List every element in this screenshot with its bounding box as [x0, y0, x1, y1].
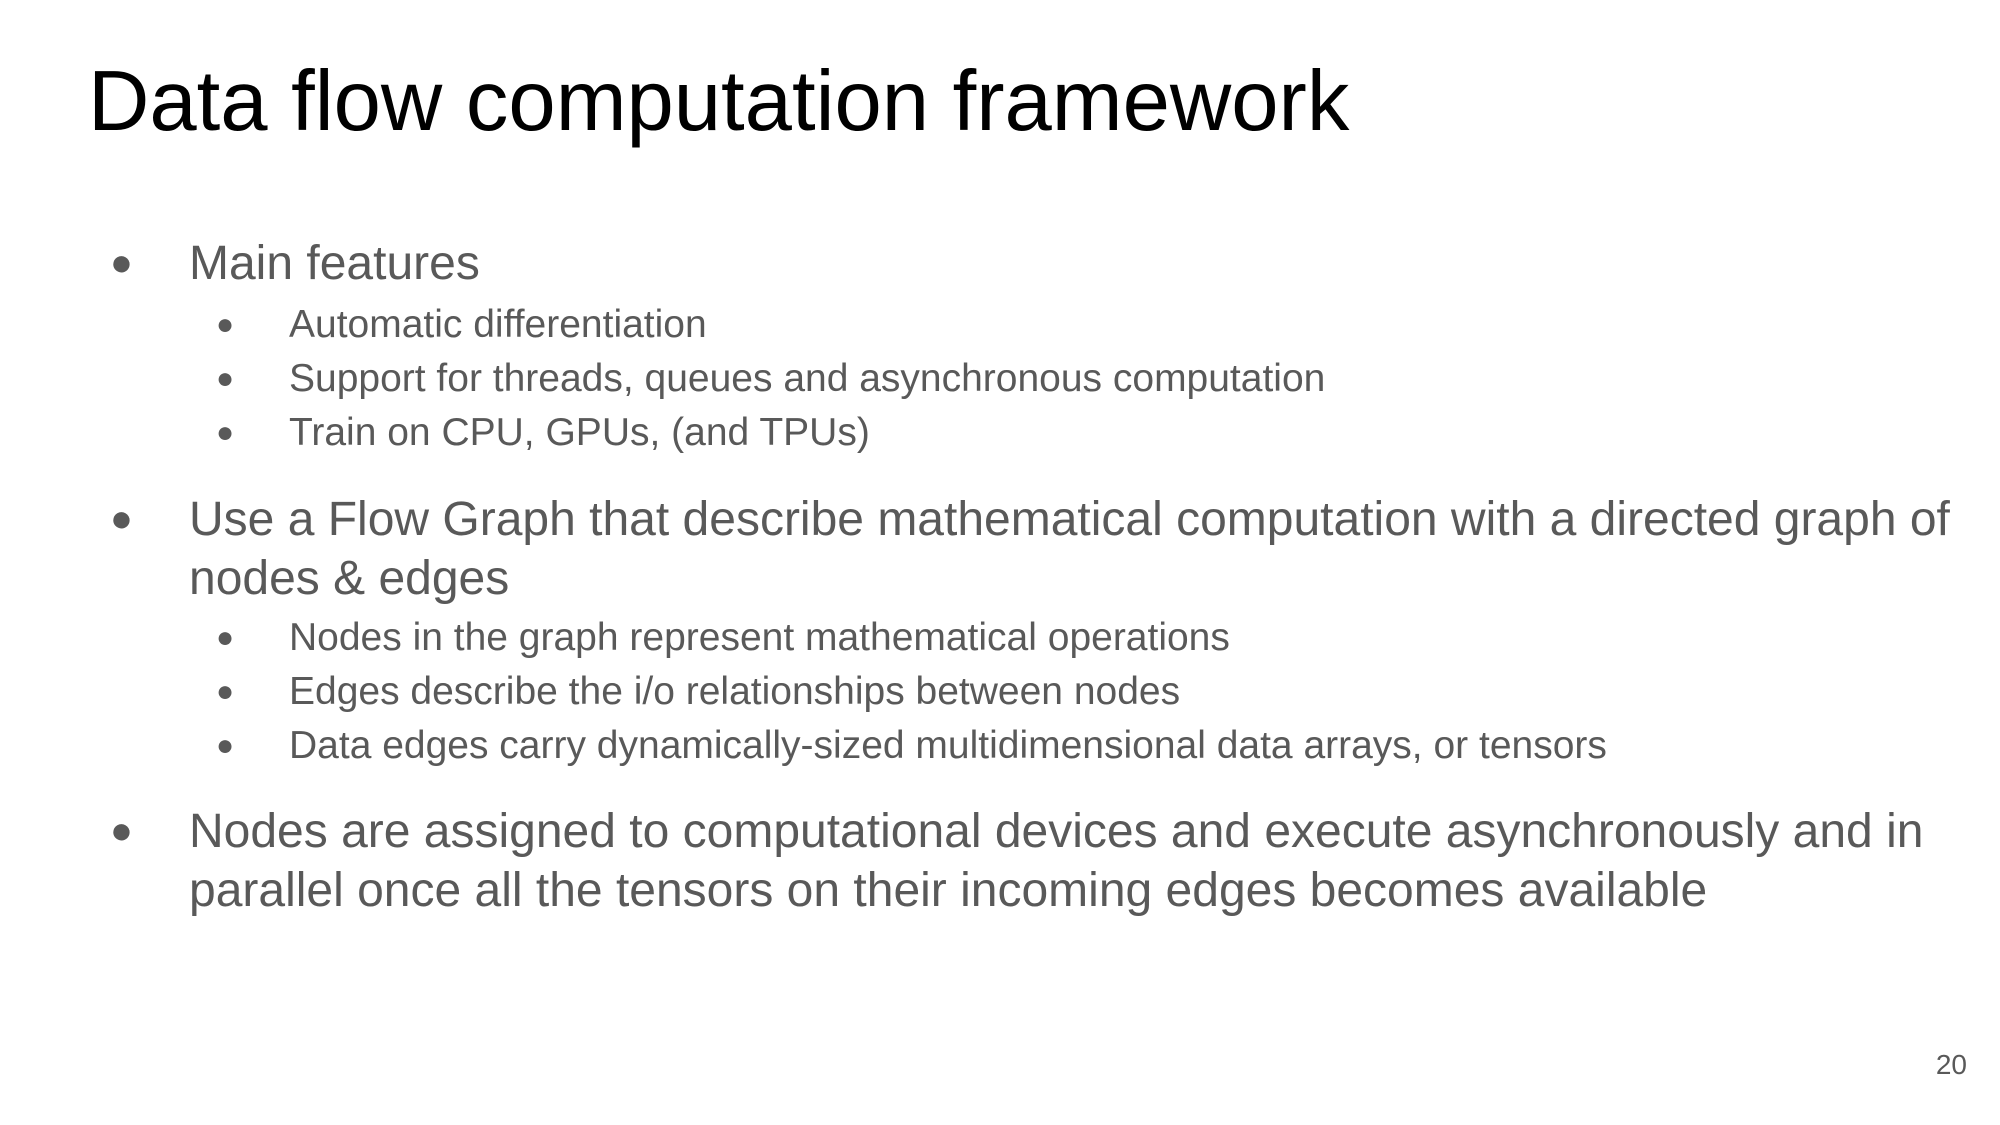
bullet-icon: ●: [110, 498, 133, 540]
sub-bullet: ● Edges describe the i/o relationships b…: [216, 665, 1916, 719]
bullet-icon: ●: [216, 621, 235, 654]
bullet-text-line2: nodes & edges: [189, 552, 510, 605]
bullet-flow-graph: ● Use a Flow Graph that describe mathema…: [110, 490, 1950, 608]
sub-bullet-text: Train on CPU, GPUs, (and TPUs): [289, 411, 870, 454]
sub-bullet-text: Edges describe the i/o relationships bet…: [289, 670, 1181, 713]
bullet-nodes-assigned: ● Nodes are assigned to computational de…: [110, 802, 1924, 920]
sub-bullet: ● Train on CPU, GPUs, (and TPUs): [216, 406, 1916, 460]
slide-title: Data flow computation framework: [88, 54, 1350, 149]
bullet-icon: ●: [216, 729, 235, 762]
sub-bullet-text: Nodes in the graph represent mathematica…: [289, 616, 1230, 659]
bullet-main-features: ● Main features: [110, 234, 1910, 293]
bullet-icon: ●: [110, 242, 133, 284]
bullet-text-line2: parallel once all the tensors on their i…: [189, 864, 1708, 917]
bullet-text-line1: Use a Flow Graph that describe mathemati…: [189, 493, 1950, 546]
page-number: 20: [1935, 1049, 1967, 1080]
bullet-icon: ●: [216, 416, 235, 449]
sub-bullet-text: Support for threads, queues and asynchro…: [289, 357, 1326, 400]
bullet-icon: ●: [216, 675, 235, 708]
bullet-icon: ●: [216, 308, 235, 341]
bullet-text: Main features: [189, 237, 480, 290]
sub-bullet: ● Automatic differentiation: [216, 298, 1916, 352]
slide: Data flow computation framework ● Main f…: [0, 0, 2000, 1125]
sub-bullet-text: Data edges carry dynamically-sized multi…: [289, 724, 1607, 767]
sub-bullet: ● Support for threads, queues and asynch…: [216, 352, 1916, 406]
bullet-icon: ●: [110, 810, 133, 852]
sub-bullet: ● Nodes in the graph represent mathemati…: [216, 611, 1916, 665]
bullet-text-line1: Nodes are assigned to computational devi…: [189, 805, 1924, 858]
bullet-icon: ●: [216, 362, 235, 395]
sub-bullet: ● Data edges carry dynamically-sized mul…: [216, 719, 1916, 773]
sub-bullet-text: Automatic differentiation: [289, 303, 707, 346]
